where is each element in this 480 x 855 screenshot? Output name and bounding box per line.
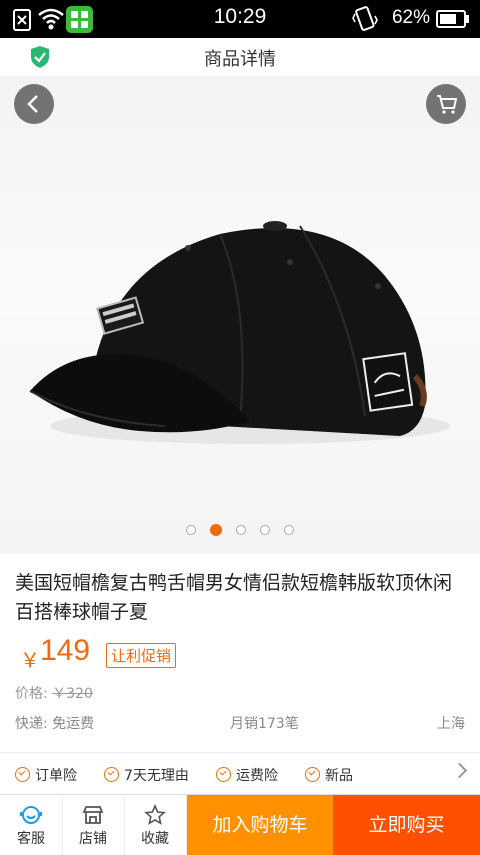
carousel-dot[interactable]: [236, 525, 246, 535]
product-price: 149: [40, 634, 91, 667]
product-image-carousel[interactable]: [0, 76, 480, 554]
carousel-dot[interactable]: [260, 525, 270, 535]
product-title: 美国短帽檐复古鸭舌帽男女情侣款短檐韩版软顶休闲百搭棒球帽子夏: [15, 572, 453, 623]
currency-symbol: ￥: [20, 650, 40, 672]
service-label: 新品: [325, 768, 353, 784]
store-button[interactable]: 店铺: [62, 795, 125, 855]
check-circle-icon: [305, 767, 320, 782]
service-item: 新品: [305, 765, 353, 785]
customer-service-label: 客服: [17, 831, 45, 847]
service-guarantees-row[interactable]: 订单险 7天无理由 运费险 新品: [0, 752, 480, 795]
favorite-button[interactable]: 收藏: [124, 795, 187, 855]
original-price-value: ￥320: [52, 686, 93, 702]
add-to-cart-button[interactable]: 加入购物车: [187, 795, 333, 855]
service-item: 7天无理由: [104, 765, 189, 785]
customer-service-icon: [20, 806, 42, 824]
page-title: 商品详情: [204, 49, 276, 70]
shipping-info: 快递: 免运费: [15, 716, 95, 732]
status-bar: 10:29 62%: [0, 0, 480, 38]
service-label: 7天无理由: [124, 768, 189, 784]
cart-button[interactable]: [426, 84, 466, 124]
service-item: 订单险: [15, 765, 77, 785]
carousel-dot[interactable]: [186, 525, 196, 535]
service-item: 运费险: [216, 765, 278, 785]
bottom-action-bar: 客服 店铺 收藏 加入购物车 立即购买: [0, 794, 480, 855]
customer-service-button[interactable]: 客服: [0, 795, 63, 855]
original-price-label: 价格:: [15, 686, 48, 702]
check-circle-icon: [15, 767, 30, 782]
chevron-left-icon: [27, 95, 38, 113]
buy-now-button[interactable]: 立即购买: [333, 795, 480, 855]
store-icon: [82, 806, 104, 824]
check-circle-icon: [216, 767, 231, 782]
ship-location: 上海: [437, 716, 465, 732]
service-label: 运费险: [236, 768, 278, 784]
back-button[interactable]: [14, 84, 54, 124]
carousel-indicator: [0, 524, 480, 536]
title-bar: 商品详情: [0, 38, 480, 77]
product-image: [29, 221, 450, 444]
star-icon: [144, 804, 166, 825]
check-circle-icon: [104, 767, 119, 782]
battery-percent: 62%: [391, 7, 430, 28]
monthly-sales: 月销173笔: [230, 716, 299, 732]
phone-vibrate-icon: [352, 6, 378, 31]
carousel-dot[interactable]: [284, 525, 294, 535]
store-label: 店铺: [79, 831, 107, 847]
battery-icon: [436, 10, 469, 28]
favorite-label: 收藏: [141, 831, 169, 847]
chevron-right-icon: [451, 762, 468, 779]
service-label: 订单险: [35, 768, 77, 784]
cart-icon: [437, 95, 458, 114]
promo-badge: 让利促销: [106, 643, 177, 668]
original-price: 价格: ￥320: [15, 683, 93, 703]
carousel-dot-active[interactable]: [210, 524, 222, 536]
